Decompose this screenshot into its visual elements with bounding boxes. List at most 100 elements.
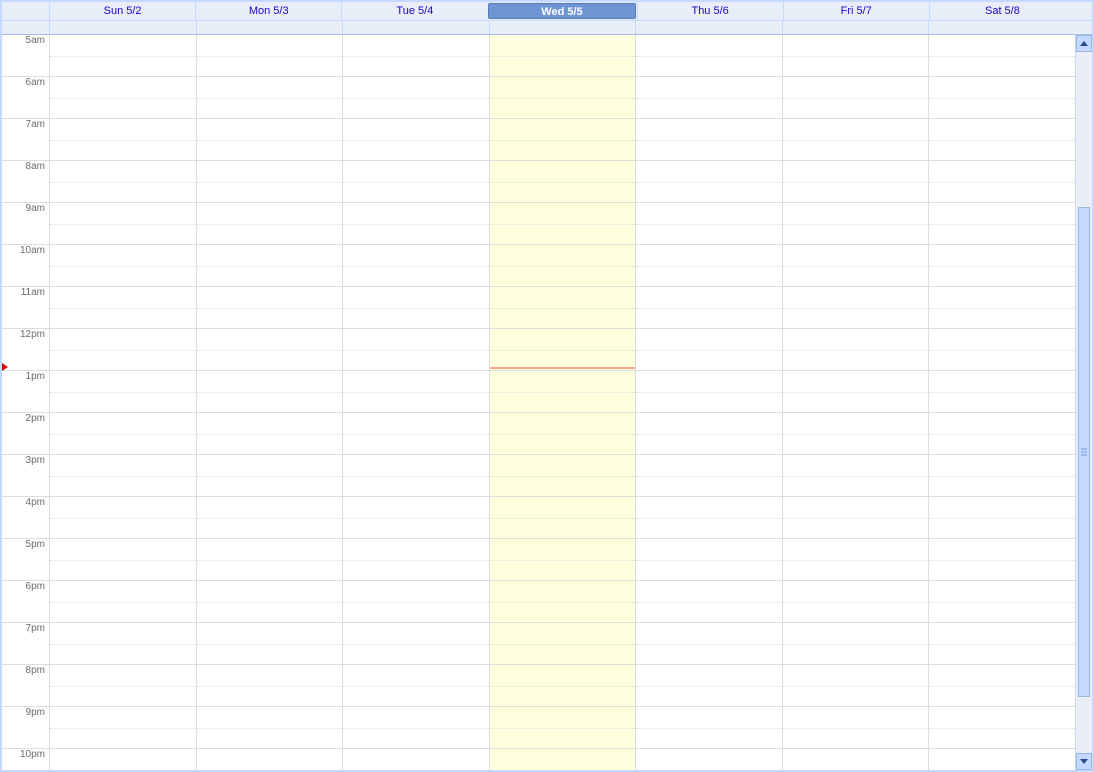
- time-slot[interactable]: [929, 497, 1075, 539]
- time-slot[interactable]: [197, 161, 343, 203]
- day-header-5[interactable]: Fri 5/7: [783, 2, 929, 20]
- time-slot[interactable]: [490, 707, 636, 749]
- allday-cell-3[interactable]: [489, 21, 636, 34]
- time-slot[interactable]: [929, 77, 1075, 119]
- allday-cell-5[interactable]: [782, 21, 929, 34]
- time-slot[interactable]: [197, 749, 343, 770]
- time-slot[interactable]: [343, 665, 489, 707]
- day-column-6[interactable]: [928, 35, 1075, 770]
- allday-cell-1[interactable]: [196, 21, 343, 34]
- day-header-1[interactable]: Mon 5/3: [195, 2, 341, 20]
- time-slot[interactable]: [490, 119, 636, 161]
- time-slot[interactable]: [50, 707, 196, 749]
- time-slot[interactable]: [636, 413, 782, 455]
- time-slot[interactable]: [783, 707, 929, 749]
- scroll-up-button[interactable]: [1076, 35, 1092, 52]
- day-header-2[interactable]: Tue 5/4: [341, 2, 487, 20]
- day-header-6[interactable]: Sat 5/8: [929, 2, 1075, 20]
- time-slot[interactable]: [636, 497, 782, 539]
- time-slot[interactable]: [197, 539, 343, 581]
- time-slot[interactable]: [636, 539, 782, 581]
- time-slot[interactable]: [929, 455, 1075, 497]
- allday-cell-2[interactable]: [342, 21, 489, 34]
- time-slot[interactable]: [50, 119, 196, 161]
- time-slot[interactable]: [50, 623, 196, 665]
- time-slot[interactable]: [783, 77, 929, 119]
- time-slot[interactable]: [783, 581, 929, 623]
- time-slot[interactable]: [490, 329, 636, 371]
- time-slot[interactable]: [490, 623, 636, 665]
- time-slot[interactable]: [490, 581, 636, 623]
- time-slot[interactable]: [197, 35, 343, 77]
- time-slot[interactable]: [636, 581, 782, 623]
- allday-cell-4[interactable]: [635, 21, 782, 34]
- time-slot[interactable]: [929, 413, 1075, 455]
- allday-cell-0[interactable]: [50, 21, 196, 34]
- time-slot[interactable]: [783, 287, 929, 329]
- time-slot[interactable]: [50, 455, 196, 497]
- day-header-3[interactable]: Wed 5/5: [488, 3, 635, 19]
- time-slot[interactable]: [490, 539, 636, 581]
- time-slot[interactable]: [783, 749, 929, 770]
- time-slot[interactable]: [197, 707, 343, 749]
- time-slot[interactable]: [490, 203, 636, 245]
- time-slot[interactable]: [783, 35, 929, 77]
- day-column-1[interactable]: [196, 35, 343, 770]
- time-slot[interactable]: [929, 161, 1075, 203]
- time-slot[interactable]: [783, 455, 929, 497]
- time-slot[interactable]: [636, 623, 782, 665]
- time-slot[interactable]: [929, 665, 1075, 707]
- time-slot[interactable]: [343, 35, 489, 77]
- time-slot[interactable]: [343, 203, 489, 245]
- time-slot[interactable]: [197, 497, 343, 539]
- time-slot[interactable]: [50, 245, 196, 287]
- time-slot[interactable]: [636, 287, 782, 329]
- day-header-0[interactable]: Sun 5/2: [50, 2, 195, 20]
- time-slot[interactable]: [197, 119, 343, 161]
- time-slot[interactable]: [636, 455, 782, 497]
- time-slot[interactable]: [343, 539, 489, 581]
- time-slot[interactable]: [490, 161, 636, 203]
- time-slot[interactable]: [783, 203, 929, 245]
- time-slot[interactable]: [50, 287, 196, 329]
- time-slot[interactable]: [636, 329, 782, 371]
- time-slot[interactable]: [490, 749, 636, 770]
- scroll-track[interactable]: [1076, 52, 1092, 753]
- time-slot[interactable]: [50, 161, 196, 203]
- time-slot[interactable]: [343, 371, 489, 413]
- time-slot[interactable]: [636, 749, 782, 770]
- time-slot[interactable]: [783, 497, 929, 539]
- time-slot[interactable]: [929, 623, 1075, 665]
- day-header-4[interactable]: Thu 5/6: [637, 2, 783, 20]
- time-slot[interactable]: [50, 203, 196, 245]
- time-slot[interactable]: [343, 581, 489, 623]
- time-slot[interactable]: [929, 707, 1075, 749]
- time-slot[interactable]: [50, 371, 196, 413]
- time-slot[interactable]: [929, 749, 1075, 770]
- time-slot[interactable]: [197, 203, 343, 245]
- time-slot[interactable]: [490, 371, 636, 413]
- time-slot[interactable]: [50, 329, 196, 371]
- time-slot[interactable]: [197, 665, 343, 707]
- time-slot[interactable]: [197, 329, 343, 371]
- time-slot[interactable]: [343, 413, 489, 455]
- scroll-down-button[interactable]: [1076, 753, 1092, 770]
- time-slot[interactable]: [929, 119, 1075, 161]
- time-slot[interactable]: [929, 287, 1075, 329]
- time-slot[interactable]: [197, 245, 343, 287]
- time-slot[interactable]: [50, 77, 196, 119]
- time-slot[interactable]: [50, 539, 196, 581]
- time-slot[interactable]: [636, 707, 782, 749]
- time-slot[interactable]: [490, 287, 636, 329]
- time-slot[interactable]: [783, 413, 929, 455]
- time-slot[interactable]: [50, 497, 196, 539]
- time-slot[interactable]: [343, 245, 489, 287]
- time-slot[interactable]: [343, 707, 489, 749]
- time-slot[interactable]: [929, 245, 1075, 287]
- time-slot[interactable]: [783, 329, 929, 371]
- time-slot[interactable]: [343, 749, 489, 770]
- time-slot[interactable]: [197, 287, 343, 329]
- time-slot[interactable]: [197, 371, 343, 413]
- time-slot[interactable]: [636, 203, 782, 245]
- time-slot[interactable]: [783, 371, 929, 413]
